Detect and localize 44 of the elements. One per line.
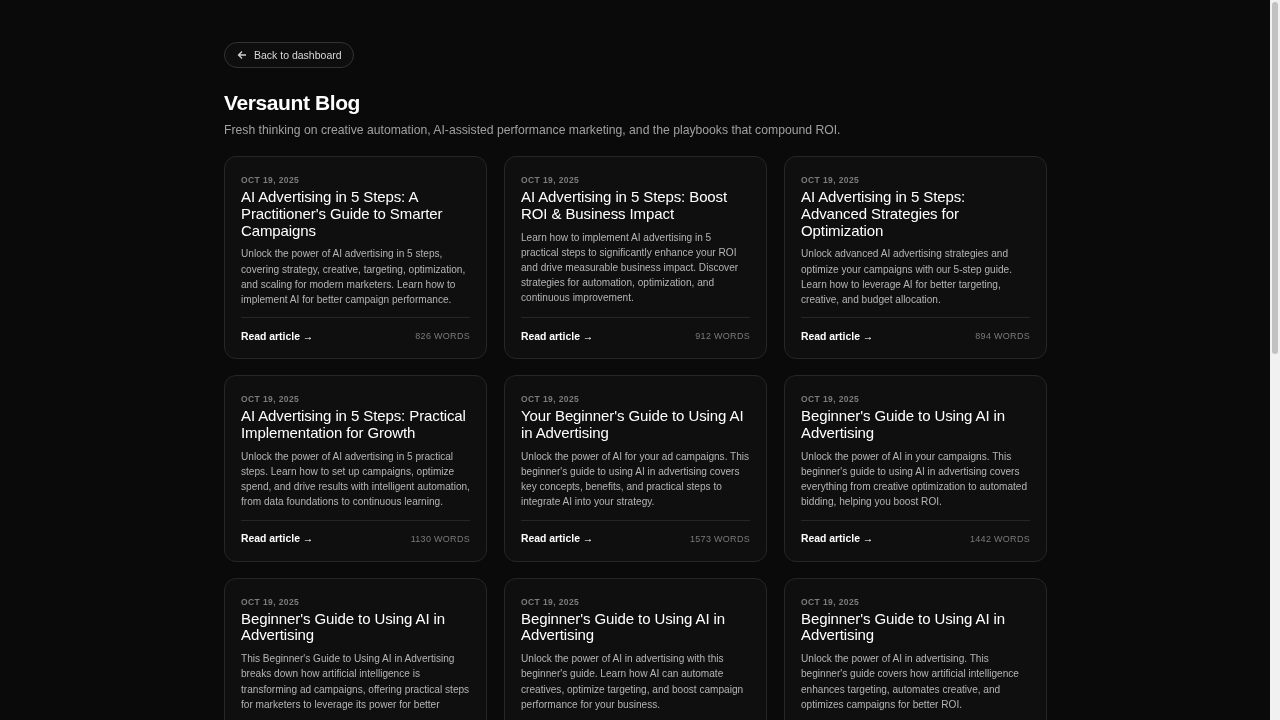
word-count: 1442 WORDS: [969, 533, 1030, 544]
post-summary: Unlock the power of AI advertising in 5 steps, covering strategy, creative, targeting, optimization, and scaling for modern marketers. Learn how to implement AI for better campaign performance.: [241, 247, 467, 307]
post-title[interactable]: AI Advertising in 5 Steps: Practical Implementation for Growth: [241, 408, 470, 442]
word-count: 912 WORDS: [695, 331, 750, 342]
post-title[interactable]: AI Advertising in 5 Steps: Advanced Strategies for Optimization: [801, 189, 1030, 240]
post-summary: Learn how to implement AI advertising in 5 practical steps to significantly enhance your ROI and drive measurable business impact. Discover strategies for automation, optimization, and continuous improvement.: [521, 230, 740, 306]
post-summary: Unlock the power of AI advertising in 5 practical steps. Learn how to set up campaigns, optimize spend, and drive results with intelligent automation, from data foundations to continuous learning.: [241, 449, 470, 510]
read-article-link[interactable]: Read article →: [801, 330, 874, 342]
post-title[interactable]: AI Advertising in 5 Steps: A Practitioner's Guide to Smarter Campaigns: [241, 189, 470, 240]
read-article-link[interactable]: Read article →: [801, 533, 874, 545]
post-title[interactable]: Beginner's Guide to Using AI in Advertising: [801, 408, 1030, 442]
post-title[interactable]: AI Advertising in 5 Steps: Boost ROI & Business Impact: [521, 189, 750, 223]
post-date: OCT 19, 2025: [801, 394, 861, 406]
word-count: 1130 WORDS: [410, 533, 470, 544]
post-date: OCT 19, 2025: [241, 175, 301, 186]
post-summary: Unlock advanced AI advertising strategies and optimize your campaigns with our 5-step guide. Learn how to leverage AI for better targeting, creative, and budget allocation.: [801, 247, 1013, 307]
post-summary: Unlock the power of AI in advertising with this beginner's guide. Learn how AI can automate creatives, optimize targeting, and boost campaign performance for your business.: [521, 652, 745, 712]
page-subtitle: Fresh thinking on creative automation, AI-assisted performance marketing, and the playbooks that compound ROI.: [224, 122, 842, 138]
read-article-link[interactable]: Read article →: [241, 330, 314, 342]
post-title[interactable]: Beginner's Guide to Using AI in Advertising: [801, 610, 1030, 645]
post-summary: This Beginner's Guide to Using AI in Advertising breaks down how artificial intelligence is transforming ad campaigns, offering practical steps for marketers to leverage its power for better: [241, 652, 470, 712]
word-count: 894 WORDS: [975, 331, 1030, 342]
post-summary: Unlock the power of AI for your ad campaigns. This beginner's guide to using AI in advertising covers key concepts, benefits, and practical steps to integrate AI into your strategy.: [521, 449, 750, 510]
post-date: OCT 19, 2025: [801, 596, 861, 608]
page-title: Versaunt Blog: [224, 90, 361, 116]
post-date: OCT 19, 2025: [241, 394, 301, 406]
read-article-link[interactable]: Read article →: [521, 330, 594, 342]
post-summary: Unlock the power of AI in advertising. This beginner's guide covers how artificial intelligence enhances targeting, automates creative, and optimizes campaigns for better ROI.: [801, 652, 1020, 712]
post-date: OCT 19, 2025: [521, 596, 581, 608]
read-article-link[interactable]: Read article →: [521, 533, 594, 545]
word-count: 826 WORDS: [415, 331, 470, 342]
back-button[interactable]: Back to dashboard: [224, 42, 354, 68]
post-title[interactable]: Beginner's Guide to Using AI in Advertising: [521, 610, 750, 645]
read-article-link[interactable]: Read article →: [241, 533, 314, 545]
post-title[interactable]: Your Beginner's Guide to Using AI in Advertising: [521, 408, 750, 442]
post-date: OCT 19, 2025: [521, 175, 581, 186]
word-count: 1573 WORDS: [689, 533, 750, 544]
post-summary: Unlock the power of AI in your campaigns. This beginner's guide to using AI in advertising covers everything from creative optimization to automated bidding, helping you boost ROI.: [801, 449, 1029, 510]
scrollbar[interactable]: [1270, 0, 1280, 720]
post-date: OCT 19, 2025: [241, 596, 301, 608]
post-date: OCT 19, 2025: [521, 394, 581, 406]
post-title[interactable]: Beginner's Guide to Using AI in Advertising: [241, 610, 470, 645]
post-date: OCT 19, 2025: [801, 175, 861, 186]
arrow-left-icon: [237, 50, 247, 60]
